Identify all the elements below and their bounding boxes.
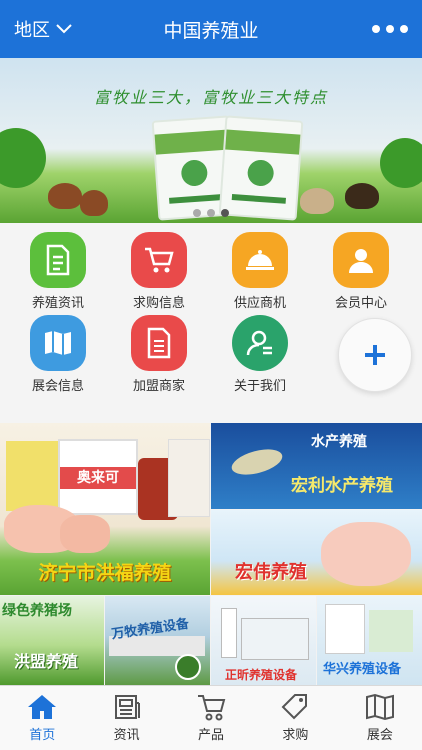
menu-label: 养殖资讯	[31, 296, 84, 311]
menu-item-supply[interactable]: 供应商机	[210, 232, 310, 311]
tab-exhibition[interactable]: 展会	[338, 686, 422, 750]
carousel-dot-active	[221, 209, 229, 217]
more-icon[interactable]	[372, 25, 408, 33]
product-tile[interactable]: 奥来可 济宁市洪福养殖	[0, 423, 210, 595]
thumbnail-image	[175, 654, 201, 680]
tile-subtitle: 绿色养猪场	[2, 603, 72, 619]
pig-image	[321, 522, 411, 586]
user-icon	[333, 232, 389, 288]
add-button[interactable]	[338, 318, 412, 392]
tile-subtitle: 水产养殖	[311, 434, 367, 450]
menu-item-news[interactable]: 养殖资讯	[8, 232, 108, 311]
service-bell-icon	[232, 232, 288, 288]
tile-caption: 宏利水产养殖	[291, 476, 393, 496]
pig-image	[60, 515, 110, 553]
duck-image	[345, 183, 379, 209]
tile-caption: 洪盟养殖	[14, 652, 79, 671]
tag-icon	[282, 694, 308, 720]
home-icon	[28, 695, 57, 719]
news-icon	[114, 695, 140, 719]
product-tile[interactable]: 万牧养殖设备	[105, 596, 210, 685]
map-icon	[365, 693, 394, 721]
menu-label: 供应商机	[233, 296, 286, 311]
tab-label: 展会	[366, 728, 393, 743]
menu-label: 加盟商家	[132, 379, 185, 394]
tab-news[interactable]: 资讯	[84, 686, 168, 750]
product-brand: 奥来可	[60, 467, 136, 489]
equipment-image	[325, 604, 365, 654]
bottom-tab-bar: 首页 资讯 产品 求购 展会	[0, 685, 422, 750]
tree-image	[0, 128, 46, 188]
menu-item-about[interactable]: 关于我们	[210, 315, 310, 394]
tile-caption: 华兴养殖设备	[323, 662, 402, 677]
map-icon	[30, 315, 86, 371]
product-tile[interactable]: 水产养殖 宏利水产养殖	[211, 423, 422, 509]
tab-home[interactable]: 首页	[0, 686, 84, 750]
product-bag-image	[218, 115, 304, 221]
contact-icon	[232, 315, 288, 371]
tile-caption: 济宁市洪福养殖	[38, 562, 172, 584]
product-bag-image	[6, 441, 60, 511]
product-tile[interactable]: 华兴养殖设备	[317, 596, 422, 685]
banner-carousel[interactable]: 富牧业三大，富牧业三大特点	[0, 58, 422, 223]
tab-label: 资讯	[113, 728, 140, 743]
menu-label: 求购信息	[132, 296, 185, 311]
menu-label: 展会信息	[31, 379, 84, 394]
menu-label: 关于我们	[233, 379, 286, 394]
menu-item-exhibition[interactable]: 展会信息	[8, 315, 108, 394]
menu-item-franchise[interactable]: 加盟商家	[109, 315, 209, 394]
carousel-dot	[193, 209, 201, 217]
tile-caption: 正昕养殖设备	[225, 668, 298, 682]
tab-label: 求购	[282, 728, 309, 743]
product-tile[interactable]: 正昕养殖设备	[211, 596, 316, 685]
plus-icon	[365, 345, 385, 365]
menu-label: 会员中心	[334, 296, 387, 311]
tab-products[interactable]: 产品	[169, 686, 253, 750]
carousel-indicator	[0, 209, 422, 217]
region-label: 地区	[14, 20, 50, 41]
app-header: 地区 中国养殖业	[0, 0, 422, 58]
tab-purchase[interactable]: 求购	[253, 686, 337, 750]
shrimp-image	[229, 444, 285, 480]
tile-caption: 宏伟养殖	[235, 562, 307, 583]
filter-device-image	[221, 608, 237, 658]
product-box-image	[168, 439, 210, 517]
cart-icon	[198, 695, 226, 721]
equipment-image	[369, 610, 413, 652]
carousel-dot	[207, 209, 215, 217]
filter-device-image	[241, 618, 309, 660]
banner-slogan: 富牧业三大，富牧业三大特点	[93, 88, 328, 107]
menu-grid: 养殖资讯 求购信息 供应商机 会员中心 展会信息 加盟商家 关于我们	[0, 223, 422, 423]
product-tile[interactable]: 绿色养猪场 洪盟养殖	[0, 596, 104, 685]
cart-icon	[131, 232, 187, 288]
file-list-icon	[131, 315, 187, 371]
product-tile[interactable]: 宏伟养殖	[211, 510, 422, 595]
region-selector[interactable]: 地区	[14, 16, 72, 42]
menu-item-purchase[interactable]: 求购信息	[109, 232, 209, 311]
tab-label: 首页	[29, 728, 56, 743]
chicken-image	[48, 183, 82, 209]
tree-image	[380, 138, 422, 188]
product-box-image: 奥来可	[58, 439, 138, 515]
tab-label: 产品	[198, 728, 225, 743]
menu-item-member[interactable]: 会员中心	[311, 232, 411, 311]
chevron-down-icon	[56, 24, 72, 34]
document-icon	[30, 232, 86, 288]
